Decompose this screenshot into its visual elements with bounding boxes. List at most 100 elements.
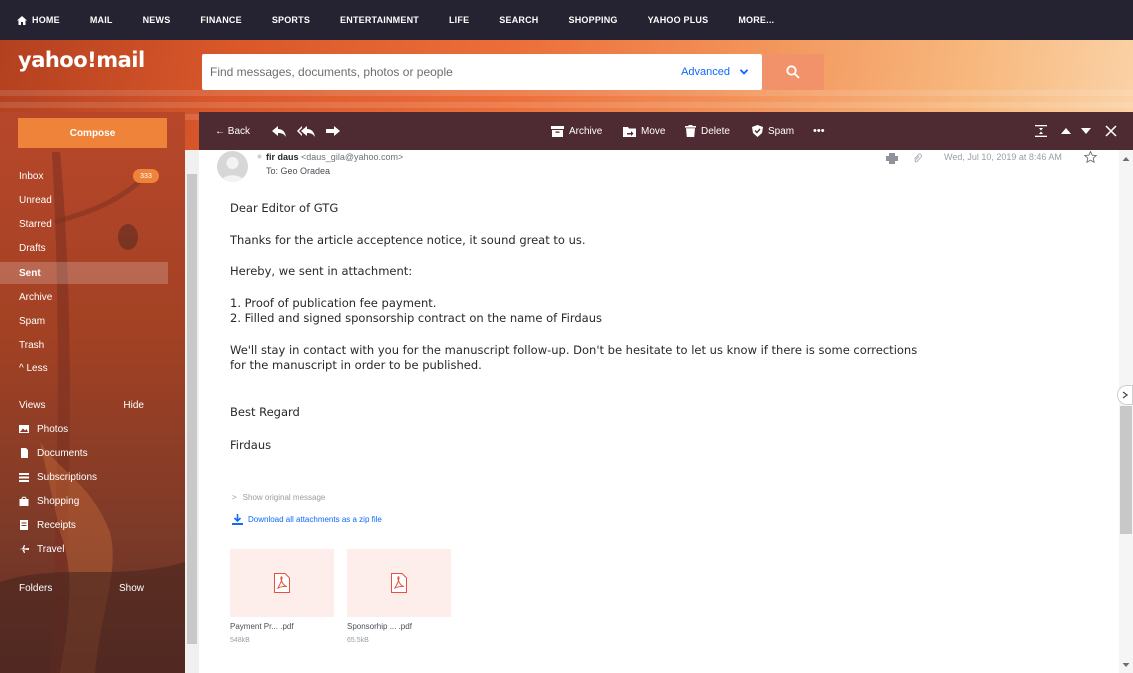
- top-navigation: HOME MAIL NEWS FINANCE SPORTS ENTERTAINM…: [0, 0, 1133, 40]
- pdf-file-icon: [274, 573, 290, 593]
- spam-button[interactable]: Spam: [752, 125, 794, 137]
- reply-icon[interactable]: [272, 125, 286, 137]
- sender-line[interactable]: fir daus <daus_gila@yahoo.com>: [266, 152, 403, 162]
- folder-archive[interactable]: Archive: [0, 286, 168, 308]
- forward-icon[interactable]: [326, 125, 340, 137]
- advanced-search-button[interactable]: Advanced: [681, 66, 748, 78]
- sidebar-scrollbar[interactable]: [185, 150, 199, 673]
- message-scrollbar-thumb[interactable]: [1120, 406, 1132, 534]
- attachment-size: 65.5kB: [347, 637, 369, 644]
- reply-all-icon[interactable]: [297, 125, 315, 137]
- chevron-right-icon: [1122, 391, 1128, 399]
- search-input[interactable]: [202, 54, 682, 90]
- body-signature: Firdaus: [230, 438, 272, 452]
- move-button[interactable]: Move: [623, 126, 665, 137]
- view-photos[interactable]: Photos: [0, 418, 168, 440]
- yahoo-mail-logo[interactable]: yahoo!mail: [18, 48, 145, 72]
- search-icon: [786, 65, 800, 79]
- folder-inbox[interactable]: Inbox 333: [0, 165, 168, 187]
- folder-sent[interactable]: Sent: [0, 262, 168, 284]
- nav-mail[interactable]: MAIL: [90, 15, 113, 25]
- delete-button[interactable]: Delete: [685, 125, 730, 137]
- document-icon: [21, 448, 28, 458]
- view-subscriptions[interactable]: Subscriptions: [0, 466, 168, 488]
- view-shopping[interactable]: Shopping: [0, 490, 168, 512]
- download-all-link[interactable]: Download all attachments as a zip file: [232, 514, 382, 525]
- photo-icon: [19, 425, 29, 433]
- views-header: Views Hide: [19, 399, 144, 411]
- views-hide-toggle[interactable]: Hide: [123, 400, 144, 411]
- nav-more[interactable]: MORE...: [738, 15, 774, 25]
- view-receipts[interactable]: Receipts: [0, 514, 168, 536]
- body-paragraph: We'll stay in contact with you for the m…: [230, 343, 918, 357]
- folder-trash[interactable]: Trash: [0, 334, 168, 356]
- archive-button[interactable]: Archive: [551, 125, 602, 137]
- less-toggle[interactable]: ^ Less: [0, 357, 168, 379]
- paperclip-icon: [914, 153, 922, 163]
- attachment-name: Sponsorhip ... .pdf: [347, 622, 412, 631]
- folder-spam[interactable]: Spam: [0, 310, 168, 332]
- scroll-down-icon[interactable]: [1122, 662, 1130, 668]
- sidebar-scrollbar-thumb[interactable]: [187, 174, 197, 644]
- person-icon: [221, 157, 244, 182]
- folder-unread[interactable]: Unread: [0, 189, 168, 211]
- more-actions-button[interactable]: •••: [813, 125, 825, 137]
- search-button[interactable]: [762, 54, 824, 90]
- shopping-icon: [19, 496, 29, 506]
- attachment-card[interactable]: [347, 549, 451, 617]
- body-paragraph: for the manuscript in order to be publis…: [230, 358, 482, 372]
- folder-drafts[interactable]: Drafts: [0, 237, 168, 259]
- sender-email: <daus_gila@yahoo.com>: [301, 152, 404, 162]
- body-list-item: 2. Filled and signed sponsorship contrac…: [230, 311, 602, 325]
- home-icon: [17, 15, 27, 25]
- status-dot-icon: [257, 154, 262, 159]
- compose-button[interactable]: Compose: [18, 118, 167, 148]
- plane-icon: [19, 545, 29, 553]
- nav-news[interactable]: NEWS: [143, 15, 171, 25]
- pdf-file-icon: [391, 573, 407, 593]
- nav-life[interactable]: LIFE: [449, 15, 469, 25]
- sidebar: Compose Inbox 333 Unread Starred Drafts …: [0, 112, 185, 673]
- search-bar: Advanced: [202, 54, 762, 90]
- body-paragraph: Thanks for the article acceptence notice…: [230, 233, 586, 247]
- folders-header: Folders Show: [19, 582, 144, 594]
- nav-shopping[interactable]: SHOPPING: [569, 15, 618, 25]
- download-icon: [232, 514, 243, 525]
- nav-finance[interactable]: FINANCE: [200, 15, 241, 25]
- banner-decoration: [0, 90, 1133, 96]
- expand-panel-button[interactable]: [1117, 385, 1133, 405]
- nav-sports[interactable]: SPORTS: [272, 15, 310, 25]
- message-view: fir daus <daus_gila@yahoo.com> To: Geo O…: [199, 150, 1119, 673]
- message-scrollbar[interactable]: [1119, 150, 1133, 673]
- next-message-icon[interactable]: [1081, 127, 1091, 135]
- nav-home[interactable]: HOME: [17, 15, 60, 25]
- print-icon[interactable]: [886, 153, 898, 164]
- body-closing: Best Regard: [230, 405, 300, 419]
- scroll-up-icon[interactable]: [1122, 156, 1130, 162]
- nav-entertainment[interactable]: ENTERTAINMENT: [340, 15, 419, 25]
- recipient-line: To: Geo Oradea: [266, 166, 331, 176]
- message-toolbar: ← Back Archive Move Delete Spam •••: [199, 112, 1133, 150]
- sender-name: fir daus: [266, 152, 299, 162]
- nav-search[interactable]: SEARCH: [499, 15, 538, 25]
- nav-yahoo-plus[interactable]: YAHOO PLUS: [648, 15, 709, 25]
- chevron-down-icon: [740, 69, 748, 75]
- attachment-card[interactable]: [230, 549, 334, 617]
- sender-avatar[interactable]: [217, 151, 248, 182]
- previous-message-icon[interactable]: [1061, 127, 1071, 135]
- receipt-icon: [20, 520, 28, 530]
- archive-icon: [551, 125, 564, 137]
- folder-starred[interactable]: Starred: [0, 213, 168, 235]
- close-icon[interactable]: [1105, 125, 1117, 137]
- view-travel[interactable]: Travel: [0, 538, 168, 560]
- body-list-item: 1. Proof of publication fee payment.: [230, 296, 437, 310]
- star-icon[interactable]: [1084, 151, 1097, 163]
- banner-decoration: [0, 102, 1133, 108]
- unread-count-badge: 333: [133, 169, 159, 183]
- view-documents[interactable]: Documents: [0, 442, 168, 464]
- collapse-vertical-icon[interactable]: [1035, 125, 1047, 137]
- show-original-toggle[interactable]: > Show original message: [232, 493, 325, 502]
- back-button[interactable]: ← Back: [215, 126, 250, 137]
- folders-show-toggle[interactable]: Show: [119, 583, 144, 594]
- shield-icon: [752, 125, 763, 137]
